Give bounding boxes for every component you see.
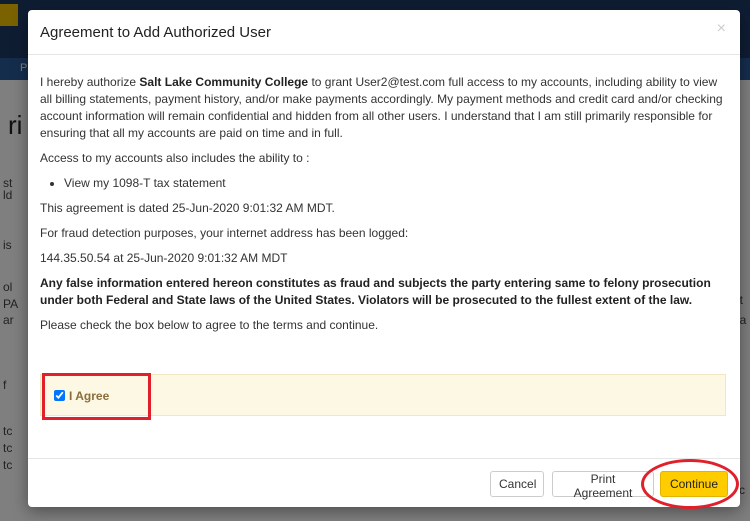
authorization-paragraph: I hereby authorize Salt Lake Community C… — [40, 74, 730, 142]
list-item: View my 1098-T tax statement — [64, 175, 730, 192]
dialog-footer-divider — [28, 458, 740, 459]
fraud-warning: Any false information entered hereon con… — [40, 276, 711, 307]
close-icon[interactable]: × — [717, 20, 726, 38]
access-intro: Access to my accounts also includes the … — [40, 151, 310, 165]
college-name: Salt Lake Community College — [139, 75, 309, 89]
authorized-user-agreement-dialog: Agreement to Add Authorized User × I her… — [28, 10, 740, 507]
print-agreement-button[interactable]: Print Agreement — [552, 471, 654, 500]
dialog-title: Agreement to Add Authorized User — [40, 24, 271, 41]
cancel-button[interactable]: Cancel — [490, 471, 544, 497]
highlight-circle — [641, 459, 739, 509]
dialog-body: I hereby authorize Salt Lake Community C… — [40, 74, 730, 342]
access-list: View my 1098-T tax statement — [40, 175, 730, 192]
highlight-rectangle — [42, 373, 151, 420]
ip-address-log: 144.35.50.54 at 25-Jun-2020 9:01:32 AM M… — [40, 251, 288, 265]
agreement-date: This agreement is dated 25-Jun-2020 9:01… — [40, 201, 335, 215]
fraud-intro: For fraud detection purposes, your inter… — [40, 226, 409, 240]
authorization-text-start: I hereby authorize — [40, 75, 140, 89]
instruction-text: Please check the box below to agree to t… — [40, 318, 379, 332]
dialog-header: Agreement to Add Authorized User × — [28, 10, 740, 55]
